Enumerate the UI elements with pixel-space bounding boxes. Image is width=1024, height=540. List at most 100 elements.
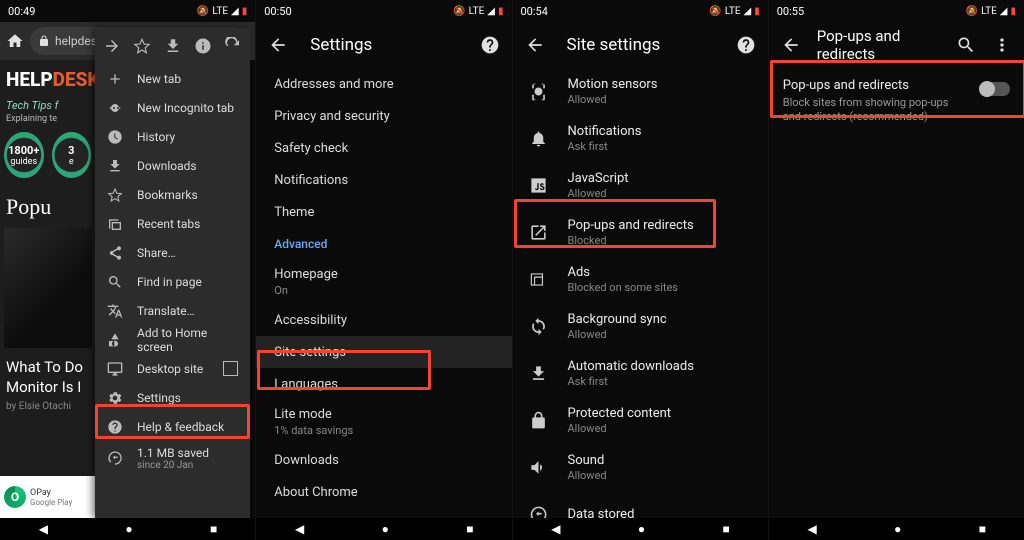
menu-item-downloads[interactable]: Downloads bbox=[95, 151, 250, 180]
site-setting-javascript[interactable]: JavaScriptAllowed bbox=[513, 162, 768, 209]
lock-icon bbox=[529, 411, 548, 430]
setting-privacy-and-security[interactable]: Privacy and security bbox=[256, 100, 511, 132]
site-setting-protected-content[interactable]: Protected contentAllowed bbox=[513, 397, 768, 444]
ad-text: OPayGoogle Play bbox=[30, 488, 72, 507]
help-icon[interactable] bbox=[736, 35, 756, 55]
site-setting-background-sync[interactable]: Background syncAllowed bbox=[513, 303, 768, 350]
add-icon bbox=[107, 332, 123, 348]
back-nav-icon[interactable]: ◀ bbox=[295, 522, 304, 536]
section-heading: Popu bbox=[6, 194, 89, 220]
android-nav: ◀ ● ■ bbox=[256, 518, 512, 540]
recent-nav-icon[interactable]: ■ bbox=[723, 522, 730, 536]
refresh-icon[interactable] bbox=[224, 37, 242, 55]
page-title: Site settings bbox=[567, 35, 714, 55]
home-nav-icon[interactable]: ● bbox=[382, 522, 389, 536]
setting-site-settings[interactable]: Site settings bbox=[256, 336, 511, 368]
card-image bbox=[4, 228, 92, 348]
download-icon[interactable] bbox=[164, 37, 182, 55]
back-nav-icon[interactable]: ◀ bbox=[39, 522, 48, 536]
recent-nav-icon[interactable]: ■ bbox=[979, 522, 986, 536]
menu-item-share-[interactable]: Share… bbox=[95, 238, 250, 267]
bell-icon bbox=[529, 129, 548, 148]
desktop-icon bbox=[107, 361, 123, 377]
site-setting-sound[interactable]: SoundAllowed bbox=[513, 444, 768, 491]
sync-icon bbox=[529, 317, 548, 336]
tabs-icon bbox=[107, 216, 123, 232]
download-icon bbox=[107, 158, 123, 174]
site-stats: 1800+guides 3e bbox=[4, 132, 91, 178]
status-icons: 🔕LTE◢▮ bbox=[709, 6, 759, 17]
back-icon[interactable] bbox=[525, 35, 545, 55]
menu-item-add-to-home-screen[interactable]: Add to Home screen bbox=[95, 325, 250, 354]
setting-addresses-and-more[interactable]: Addresses and more bbox=[256, 68, 511, 100]
share-icon bbox=[107, 245, 123, 261]
site-setting-motion-sensors[interactable]: Motion sensorsAllowed bbox=[513, 68, 768, 115]
back-nav-icon[interactable]: ◀ bbox=[807, 522, 816, 536]
menu-item-new-tab[interactable]: New tab bbox=[95, 64, 250, 93]
status-bar: 00:54 🔕LTE◢▮ bbox=[513, 0, 768, 22]
forward-icon[interactable] bbox=[103, 37, 121, 55]
android-nav: ◀ ● ■ bbox=[513, 518, 769, 540]
home-icon[interactable] bbox=[6, 32, 24, 50]
setting-accessibility[interactable]: Accessibility bbox=[256, 304, 511, 336]
menu-item-desktop-site[interactable]: Desktop site bbox=[95, 354, 250, 383]
recent-nav-icon[interactable]: ■ bbox=[466, 522, 473, 536]
setting-languages[interactable]: Languages bbox=[256, 368, 511, 400]
checkbox[interactable] bbox=[223, 361, 238, 376]
ad-banner[interactable]: O OPayGoogle Play bbox=[0, 476, 103, 518]
star-icon[interactable] bbox=[133, 37, 151, 55]
site-setting-ads[interactable]: AdsBlocked on some sites bbox=[513, 256, 768, 303]
setting-homepage[interactable]: HomepageOn bbox=[256, 260, 511, 304]
site-setting-notifications[interactable]: NotificationsAsk first bbox=[513, 115, 768, 162]
menu-item--mb-saved[interactable]: 1.1 MB savedsince 20 Jan bbox=[95, 441, 250, 475]
help-icon[interactable] bbox=[480, 35, 500, 55]
setting-notifications[interactable]: Notifications bbox=[256, 164, 511, 196]
card-author: by Elsie Otachi bbox=[6, 401, 89, 412]
setting-downloads[interactable]: Downloads bbox=[256, 444, 511, 476]
menu-item-find-in-page[interactable]: Find in page bbox=[95, 267, 250, 296]
menu-item-history[interactable]: History bbox=[95, 122, 250, 151]
time: 00:55 bbox=[777, 5, 804, 18]
status-bar: 00:49 🔕LTE◢▮ bbox=[0, 0, 255, 22]
stat-circle: 3e bbox=[52, 132, 92, 178]
site-setting-automatic-downloads[interactable]: Automatic downloadsAsk first bbox=[513, 350, 768, 397]
star-icon bbox=[107, 187, 123, 203]
more-icon[interactable] bbox=[992, 35, 1012, 55]
android-nav: ◀ ● ■ bbox=[0, 518, 256, 540]
site-background: HELPDESK Tech Tips f Explaining te 1800+… bbox=[0, 60, 95, 540]
setting-safety-check[interactable]: Safety check bbox=[256, 132, 511, 164]
toggle-title: Pop-ups and redirects bbox=[783, 78, 968, 93]
menu-item-help-feedback[interactable]: Help & feedback bbox=[95, 412, 250, 441]
back-icon[interactable] bbox=[268, 35, 288, 55]
home-nav-icon[interactable]: ● bbox=[894, 522, 901, 536]
search-icon[interactable] bbox=[956, 35, 976, 55]
toggle-switch[interactable] bbox=[980, 82, 1010, 96]
menu-item-recent-tabs[interactable]: Recent tabs bbox=[95, 209, 250, 238]
recent-nav-icon[interactable]: ■ bbox=[210, 522, 217, 536]
setting-lite-mode[interactable]: Lite mode1% data savings bbox=[256, 400, 511, 444]
home-nav-icon[interactable]: ● bbox=[125, 522, 132, 536]
settings-header: Settings bbox=[256, 22, 511, 68]
motion-icon bbox=[529, 82, 548, 101]
status-icons: 🔕LTE◢▮ bbox=[966, 6, 1016, 17]
menu-item-settings[interactable]: Settings bbox=[95, 383, 250, 412]
menu-toolbar bbox=[95, 28, 250, 64]
sound-icon bbox=[529, 458, 548, 477]
time: 00:49 bbox=[8, 5, 35, 18]
page-title: Settings bbox=[310, 35, 457, 55]
trans-icon bbox=[107, 303, 123, 319]
back-nav-icon[interactable]: ◀ bbox=[551, 522, 560, 536]
menu-item-bookmarks[interactable]: Bookmarks bbox=[95, 180, 250, 209]
info-icon[interactable] bbox=[194, 37, 212, 55]
find-icon bbox=[107, 274, 123, 290]
lock-icon bbox=[38, 35, 50, 47]
site-setting-pop-ups-and-redirects[interactable]: Pop-ups and redirectsBlocked bbox=[513, 209, 768, 256]
menu-item-translate-[interactable]: Translate… bbox=[95, 296, 250, 325]
back-icon[interactable] bbox=[781, 35, 801, 55]
time: 00:54 bbox=[521, 5, 548, 18]
setting-theme[interactable]: Theme bbox=[256, 196, 511, 228]
toggle-row-popups[interactable]: Pop-ups and redirects Block sites from s… bbox=[769, 68, 1024, 135]
home-nav-icon[interactable]: ● bbox=[638, 522, 645, 536]
setting-about-chrome[interactable]: About Chrome bbox=[256, 476, 511, 508]
menu-item-new-incognito-tab[interactable]: New Incognito tab bbox=[95, 93, 250, 122]
